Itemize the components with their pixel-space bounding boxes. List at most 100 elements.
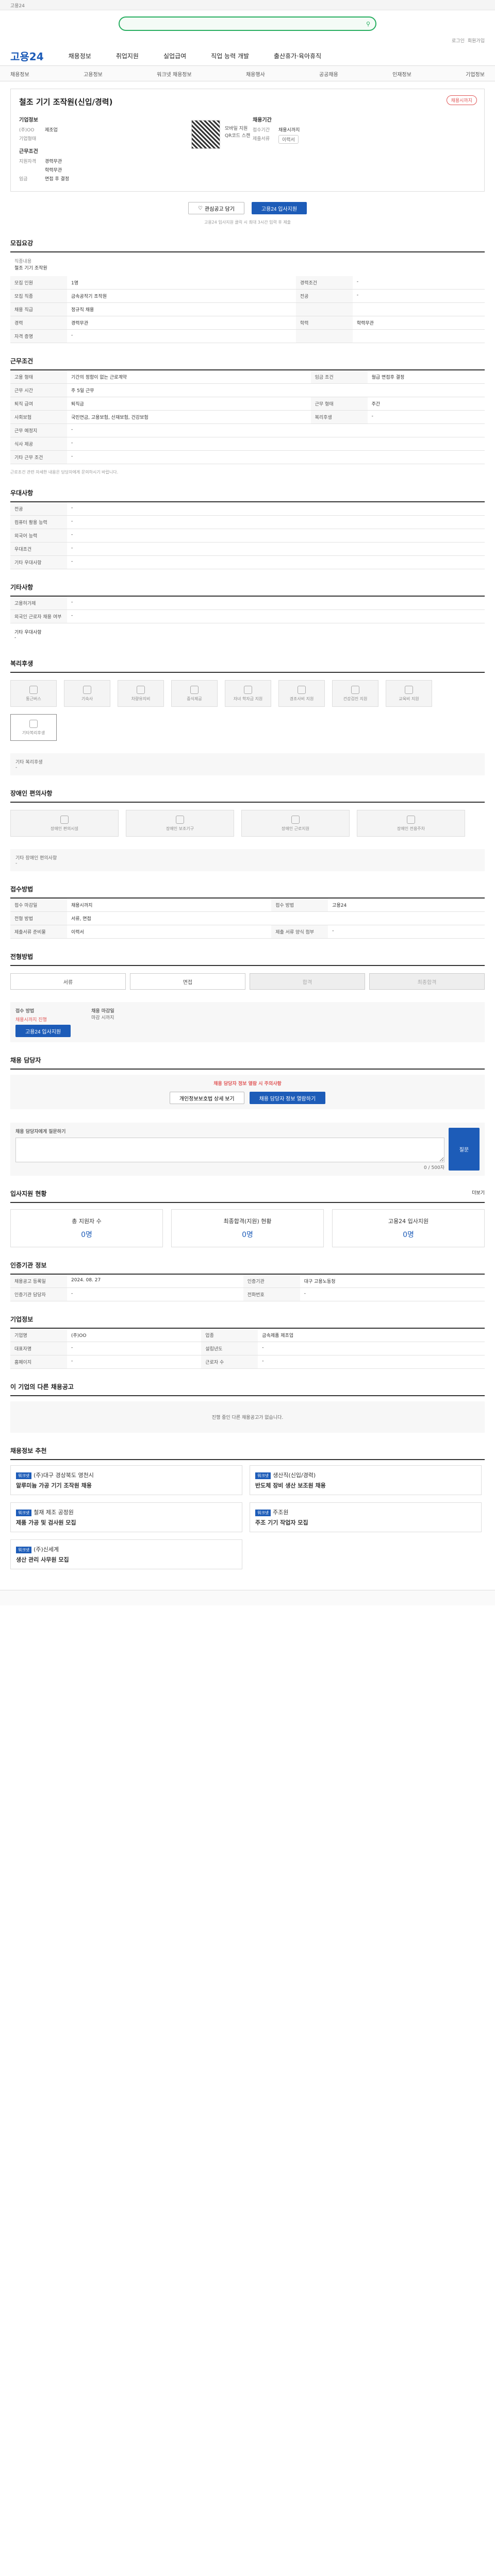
qual-section: 모집요강 직종내용 철조 기기 조작원 모집 인원 1명 경력조건 - 모집 직종 금속공… xyxy=(10,239,485,343)
qual-table: 모집 인원 1명 경력조건 - 모집 직종 금속공작기 조작원 전공 - 채용 직급 정규직 … xyxy=(10,276,485,343)
inquiry-section: 채용 담당자에게 질문하기 0 / 500자 질문 xyxy=(10,1123,485,1176)
interest-button[interactable]: ♡ 관심공고 담기 xyxy=(188,202,244,214)
status-more-link[interactable]: 더보기 xyxy=(472,1189,485,1198)
welfare-etc: 기타복리후생 xyxy=(10,714,57,741)
recommend-card[interactable]: 워크넷 주조원 주조 기기 작업자 모집 xyxy=(250,1502,482,1532)
inquiry-submit-button[interactable]: 질문 xyxy=(449,1128,480,1171)
recommend-card[interactable]: 워크넷 (주)신세계 생산 관리 사무원 모집 xyxy=(10,1539,242,1569)
process-title: 전형방법 xyxy=(10,952,485,966)
lnb-item[interactable]: 기업정보 xyxy=(466,70,485,78)
car-icon xyxy=(137,685,145,694)
inquiry-textarea[interactable] xyxy=(15,1138,444,1162)
apply-title: 접수방법 xyxy=(10,885,485,899)
apply-button[interactable]: 고용24 입사지원 xyxy=(251,202,307,214)
gnb-menu-leave[interactable]: 출산휴가·육아휴직 xyxy=(274,52,321,60)
contact-section: 채용 담당자 채용 담당자 정보 열람 시 주의사항 개인정보보호법 상세 보기… xyxy=(10,1056,485,1109)
inquiry-title: 채용 담당자에게 질문하기 xyxy=(15,1129,66,1134)
step-document: 서류 xyxy=(10,973,126,990)
qr-code xyxy=(191,120,220,149)
search-input[interactable] xyxy=(125,18,366,30)
welfare-event: 경조사비 지원 xyxy=(278,680,325,707)
status-section: 입사지원 현황 더보기 총 지원자 수 0명 최종합격(지원) 현황 0명 고용24 … xyxy=(10,1189,485,1247)
apply-notice: 고용24 입사지원 클릭 시 최대 3시간 입력 후 제출 xyxy=(204,220,291,225)
lnb-item[interactable]: 고용정보 xyxy=(84,70,103,78)
reception-label: 채용시까지 진행 xyxy=(15,1018,47,1023)
login-link[interactable]: 로그인 xyxy=(452,37,465,45)
welfare-car: 차량유지비 xyxy=(118,680,164,707)
period-value: 채용시까지 xyxy=(278,128,300,133)
disab-title: 장애인 편의사항 xyxy=(10,789,485,803)
recommend-title: 채용정보 추천 xyxy=(10,1446,485,1460)
contact-view-button[interactable]: 채용 담당자 정보 열람하기 xyxy=(249,1092,326,1104)
pref-table: 전공 - 컴퓨터 활용 능력 - 외국어 능력 - 우대조건 - 기타 우대사항 - xyxy=(10,502,485,569)
privacy-button[interactable]: 개인정보보호법 상세 보기 xyxy=(169,1092,244,1104)
pref-section: 우대사항 전공 - 컴퓨터 활용 능력 - 외국어 능력 - 우대조건 - 기타 우대사… xyxy=(10,488,485,569)
welfare-extra-value: - xyxy=(15,765,18,770)
lnb-item[interactable]: 채용행사 xyxy=(246,70,265,78)
cond-key: 지원자격 xyxy=(19,159,37,164)
gnb-menu-jobs[interactable]: 채용정보 xyxy=(69,52,91,60)
recommend-card[interactable]: 워크넷 철재 제조 공정원 제품 가공 및 검사원 모집 xyxy=(10,1502,242,1532)
bus-icon xyxy=(29,685,38,694)
company-section: 기업정보 기업명 (주)OO 업종 금속제품 제조업 대표자명 - 설립년도 - 홈페이지 -… xyxy=(10,1315,485,1369)
welfare-meal: 중식제공 xyxy=(171,680,218,707)
agency-title: 인증기관 정보 xyxy=(10,1261,485,1275)
submit-value: 이력서 xyxy=(278,135,299,144)
process-section: 전형방법 서류 면접 합격 최종합격 접수 방법 채용시까지 진행 고용24 입… xyxy=(10,952,485,1042)
recommend-card[interactable]: 워크넷 생산직(신입/경력) 반도체 장비 생산 보조원 채용 xyxy=(250,1465,482,1495)
status-card: 고용24 입사지원 0명 xyxy=(332,1209,485,1247)
disab-item: 장애인 편의시설 xyxy=(10,810,119,837)
gnb-menu-support[interactable]: 취업지원 xyxy=(116,52,139,60)
welfare-health: 건강검진 지원 xyxy=(332,680,378,707)
step-final: 최종합격 xyxy=(369,973,485,990)
status-card: 총 지원자 수 0명 xyxy=(10,1209,163,1247)
parking-icon xyxy=(407,815,415,824)
status-title: 입사지원 현황 더보기 xyxy=(10,1189,485,1203)
disab-extra-label: 기타 장애인 편의사항 xyxy=(15,856,57,861)
contact-warning: 채용 담당자 정보 열람 시 주의사항 xyxy=(213,1081,282,1087)
cond-title: 근무조건 xyxy=(10,357,485,370)
lnb-item[interactable]: 채용정보 xyxy=(10,70,29,78)
welfare-title: 복리후생 xyxy=(10,659,485,673)
local-nav: 채용정보 고용정보 워크넷 채용정보 채용행사 공공채용 인재정보 기업정보 xyxy=(0,66,495,81)
recommend-card[interactable]: 워크넷 (주)대구 경상북도 영천시 알루미늄 가공 기기 조작원 채용 xyxy=(10,1465,242,1495)
reception-title: 접수 방법 xyxy=(15,1009,35,1014)
gift-icon xyxy=(298,685,306,694)
reception-apply-button[interactable]: 고용24 입사지원 xyxy=(15,1025,71,1037)
logo[interactable]: 고용24 xyxy=(10,48,44,63)
contact-title: 채용 담당자 xyxy=(10,1056,485,1070)
gnb-menu-training[interactable]: 직업 능력 개발 xyxy=(211,52,249,60)
lnb-item[interactable]: 공공채용 xyxy=(319,70,338,78)
search-box[interactable]: ⚲ xyxy=(119,16,376,31)
gnb-menu-unemployment[interactable]: 실업급여 xyxy=(163,52,186,60)
disab-section: 장애인 편의사항 장애인 편의시설 장애인 보조기구 장애인 근로지원 장애인 … xyxy=(10,789,485,871)
search-icon[interactable]: ⚲ xyxy=(366,21,370,27)
footer xyxy=(0,1590,495,1605)
global-nav: 고용24 채용정보 취업지원 실업급여 직업 능력 개발 출산휴가·육아휴직 xyxy=(0,45,495,66)
house-icon xyxy=(83,685,91,694)
company-title: 기업정보 xyxy=(10,1315,485,1329)
health-icon xyxy=(351,685,359,694)
meal-icon xyxy=(190,685,199,694)
company-name: (주)OO xyxy=(19,128,35,133)
job-summary: 철조 기기 조작원(신입/경력) 채용시까지 기업정보 (주)OO 제조업 기업형… xyxy=(10,89,485,192)
apply-table: 접수 마감일 채용시까지 접수 방법 고용24 전형 방법 서류, 면접 제출서류 준비… xyxy=(10,899,485,939)
welfare-section: 복리후생 통근버스 기숙사 차량유지비 중식제공 자녀 학자금 지원 경조사비 … xyxy=(10,659,485,775)
reception-label2: 채용 마감일 xyxy=(91,1009,114,1014)
signup-link[interactable]: 회원가입 xyxy=(468,37,485,45)
wheelchair-icon xyxy=(60,815,69,824)
disab-item: 장애인 근로지원 xyxy=(241,810,350,837)
qr-desc: QR코드 스캔 xyxy=(225,133,251,139)
inquiry-count: 0 / 500자 xyxy=(424,1165,444,1171)
top-bar-text: 고용24 xyxy=(10,3,25,9)
other-section: 이 기업의 다른 채용공고 진행 중인 다른 채용공고가 없습니다. xyxy=(10,1382,485,1433)
disab-item: 장애인 전용주차 xyxy=(357,810,465,837)
lnb-item[interactable]: 워크넷 채용정보 xyxy=(157,70,192,78)
cond-table: 고용 형태 기간의 정함이 없는 근로계약 임금 조건 월급 면접후 결정 근무 시간… xyxy=(10,370,485,464)
company-industry: 제조업 xyxy=(45,128,58,133)
lnb-item[interactable]: 인재정보 xyxy=(392,70,411,78)
disab-extra-value: - xyxy=(15,861,18,866)
qual-value: 철조 기기 조작원 xyxy=(14,266,47,271)
welfare-bus: 통근버스 xyxy=(10,680,57,707)
etc-icon xyxy=(29,719,38,728)
